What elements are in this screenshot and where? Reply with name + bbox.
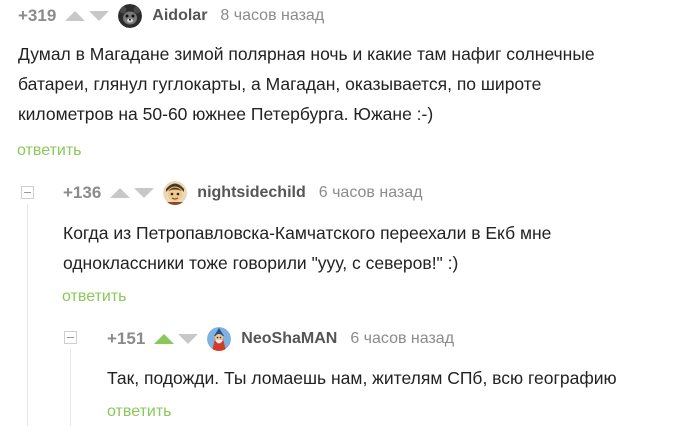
comment-text-line: километров на 50-60 южнее Петербурга. Юж… <box>18 104 434 124</box>
thread-line <box>70 349 71 426</box>
comment-author[interactable]: NeoShaMAN <box>241 330 337 348</box>
comment-text: Так, подожди. Ты ломаешь нам, жителям СП… <box>107 363 617 393</box>
comment-text: Думал в Магадане зимой полярная ночь и к… <box>18 39 595 129</box>
comment-time[interactable]: 8 часов назад <box>220 7 324 25</box>
comment-header: +136 nightsidechild 6 часов назад <box>63 181 422 205</box>
comment-header: +319 Aidolar 8 часов назад <box>18 4 324 28</box>
downvote-arrow-icon[interactable] <box>89 11 110 21</box>
comment-rating: +151 <box>107 329 146 348</box>
comment-rating: +319 <box>18 6 57 25</box>
collapse-thread-button[interactable] <box>21 186 34 199</box>
thread-line <box>27 204 28 426</box>
upvote-arrow-icon[interactable] <box>65 11 86 21</box>
downvote-arrow-icon[interactable] <box>178 334 199 344</box>
bear-avatar-icon[interactable] <box>118 4 143 28</box>
comment-header: +151 NeoShaMAN 6 часов назад <box>107 327 454 351</box>
comment-author[interactable]: nightsidechild <box>197 184 305 202</box>
wizard-avatar-icon[interactable] <box>207 327 232 351</box>
comment-text-line: Так, подожди. Ты ломаешь нам, жителям СП… <box>107 368 617 388</box>
reply-link[interactable]: ответить <box>107 403 172 421</box>
comment-text-line: Думал в Магадане зимой полярная ночь и к… <box>18 44 595 64</box>
comment-time[interactable]: 6 часов назад <box>319 184 423 202</box>
collapse-thread-button[interactable] <box>64 331 77 344</box>
comment-time[interactable]: 6 часов назад <box>350 330 454 348</box>
downvote-arrow-icon[interactable] <box>134 188 155 198</box>
reply-link[interactable]: ответить <box>62 288 127 306</box>
comment-rating: +136 <box>63 183 102 202</box>
comment-text-line: Когда из Петропавловска-Камчатского пере… <box>63 223 552 243</box>
comment-author[interactable]: Aidolar <box>152 7 207 25</box>
comment-text: Когда из Петропавловска-Камчатского пере… <box>63 218 551 278</box>
upvote-arrow-icon[interactable] <box>110 188 131 198</box>
upvote-arrow-icon[interactable] <box>154 334 175 344</box>
character-avatar-icon[interactable] <box>163 181 188 205</box>
comment-text-line: одноклассники тоже говорили "ууу, с севе… <box>63 253 459 273</box>
comment-text-line: батареи, глянул гуглокарты, а Магадан, о… <box>18 74 542 94</box>
reply-link[interactable]: ответить <box>17 142 82 160</box>
